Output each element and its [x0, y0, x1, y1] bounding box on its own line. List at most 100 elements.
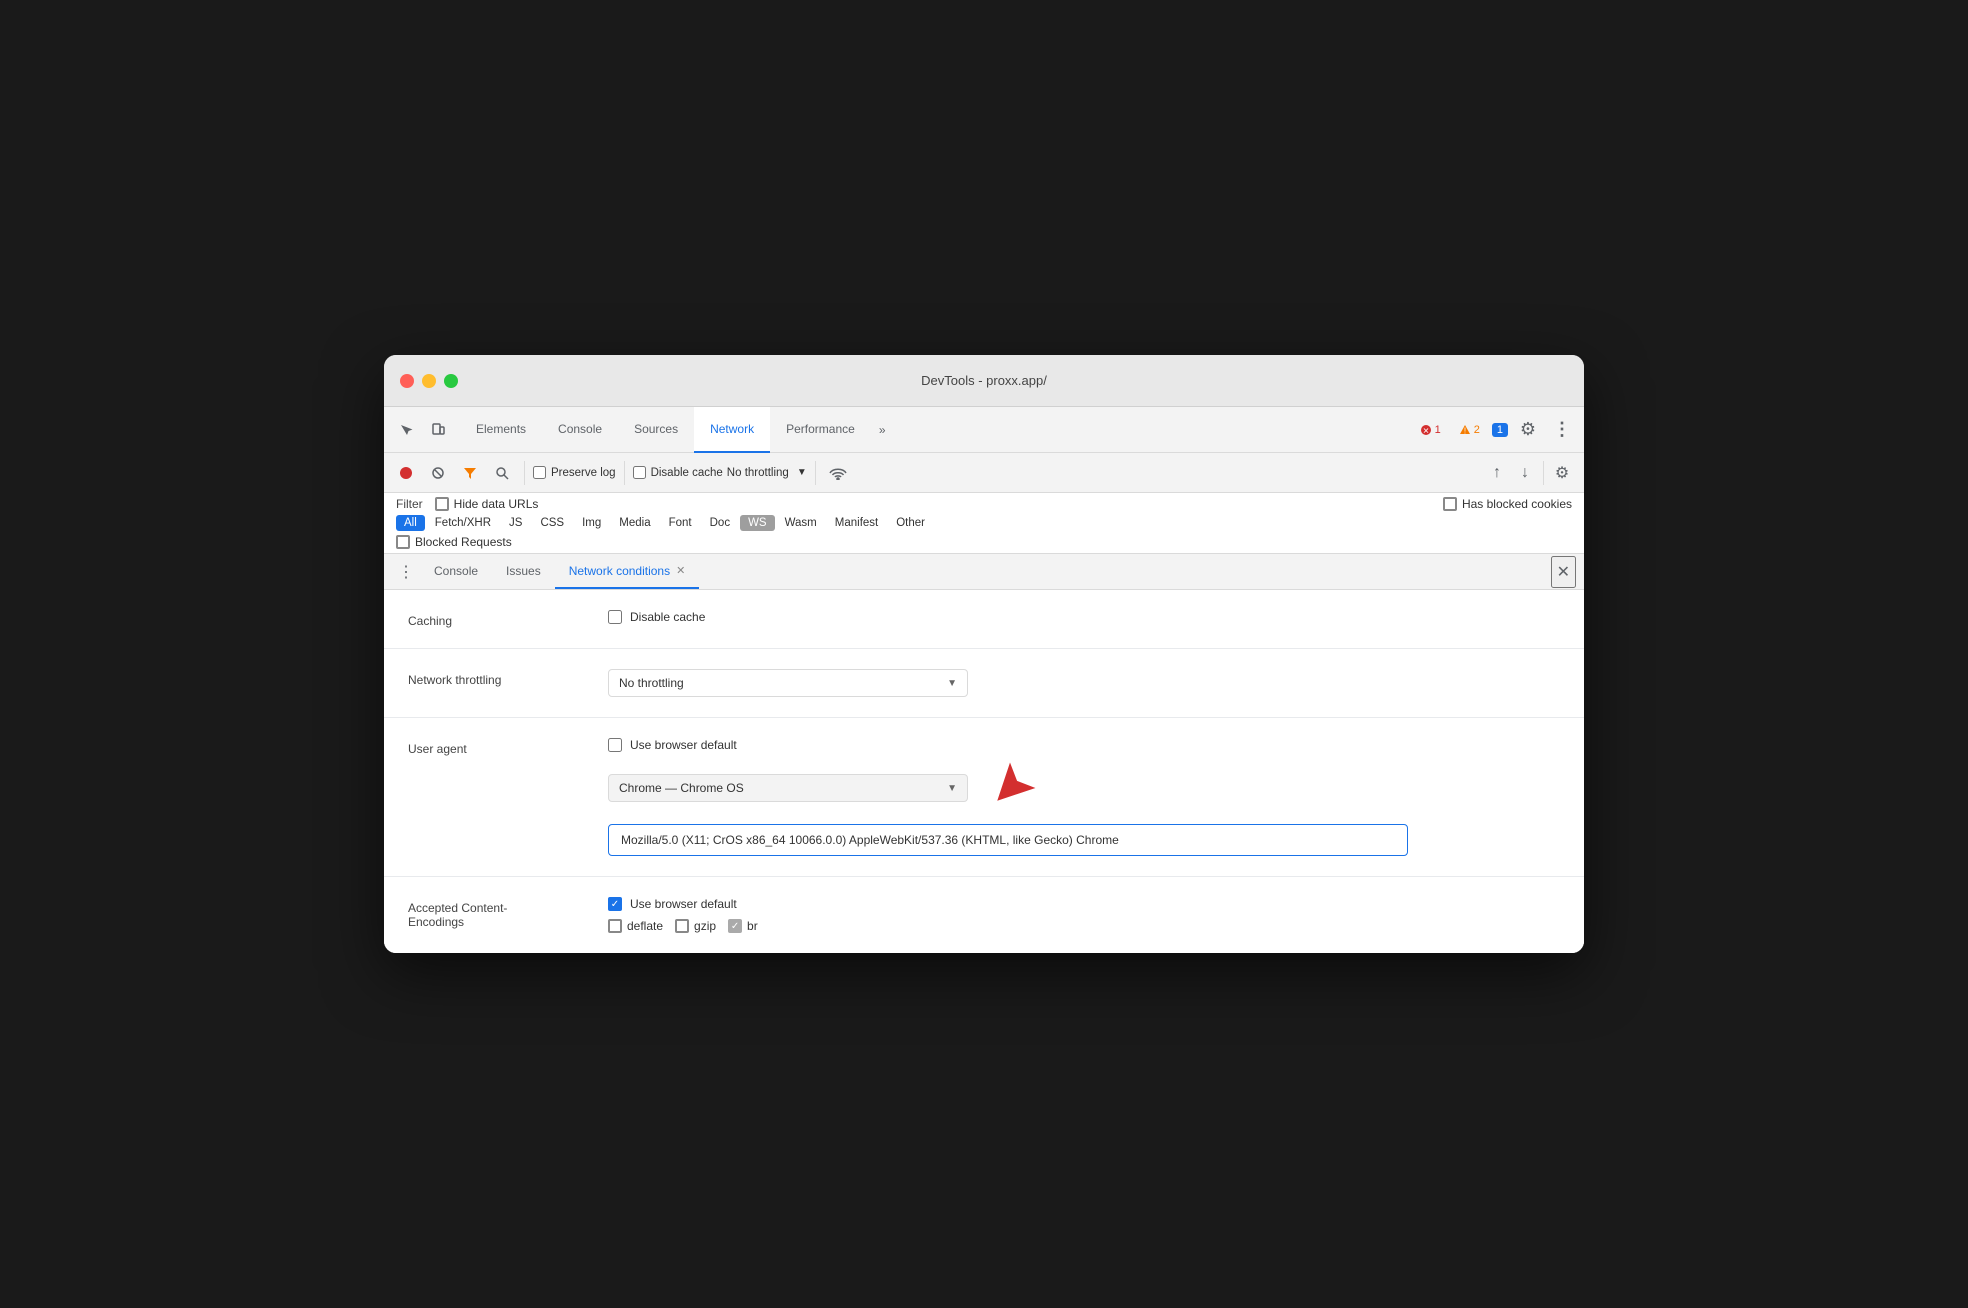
filter-type-all[interactable]: All [396, 515, 425, 531]
drawer-close-button[interactable]: ✕ [1551, 556, 1576, 588]
window-title: DevTools - proxx.app/ [921, 373, 1047, 388]
filter-label: Filter [396, 497, 423, 511]
more-options-icon-button[interactable]: ⋮ [1548, 416, 1576, 444]
ua-dropdown[interactable]: Chrome — Chrome OS ▼ [608, 774, 968, 802]
preserve-log-checkbox[interactable] [533, 466, 546, 479]
upload-button[interactable]: ↑ [1483, 459, 1511, 487]
user-agent-control: Use browser default Chrome — Chrome OS ▼ [608, 738, 1560, 856]
filter-type-other[interactable]: Other [888, 515, 933, 531]
throttling-row: Network throttling No throttling ▼ [408, 669, 1560, 697]
drawer-tab-issues[interactable]: Issues [492, 554, 555, 589]
br-encoding-label[interactable]: ✓ br [728, 919, 758, 933]
caching-label: Caching [408, 610, 608, 628]
deflate-checkbox[interactable] [608, 919, 622, 933]
blocked-requests-checkbox[interactable] [396, 535, 410, 549]
accepted-encodings-section: Accepted Content- Encodings ✓ Use browse… [384, 877, 1584, 953]
filter-row-3: Blocked Requests [396, 535, 1572, 549]
filter-icon-button[interactable] [456, 459, 484, 487]
filter-type-doc[interactable]: Doc [702, 515, 738, 531]
preserve-log-label[interactable]: Preserve log [533, 466, 616, 479]
error-badge[interactable]: ✕ 1 [1414, 422, 1447, 438]
br-checkbox[interactable]: ✓ [728, 919, 742, 933]
svg-text:!: ! [1464, 426, 1466, 435]
accepted-encodings-control: ✓ Use browser default deflate gzip [608, 897, 1560, 933]
tab-performance[interactable]: Performance [770, 407, 871, 453]
filter-type-font[interactable]: Font [661, 515, 700, 531]
red-arrow-annotation [984, 762, 1036, 814]
has-blocked-cookies-label[interactable]: Has blocked cookies [1443, 497, 1572, 511]
ua-string-input[interactable] [608, 824, 1408, 856]
minimize-button[interactable] [422, 374, 436, 388]
user-agent-label: User agent [408, 738, 608, 756]
caching-disable-checkbox[interactable] [608, 610, 622, 624]
filter-type-wasm[interactable]: Wasm [777, 515, 825, 531]
tab-bar-icons [392, 416, 452, 444]
search-icon-button[interactable] [488, 459, 516, 487]
blocked-requests-label[interactable]: Blocked Requests [396, 535, 512, 549]
tab-console[interactable]: Console [542, 407, 618, 453]
throttling-dropdown[interactable]: No throttling ▼ [608, 669, 968, 697]
filter-type-fetch-xhr[interactable]: Fetch/XHR [427, 515, 499, 531]
hide-data-urls-checkbox[interactable] [435, 497, 449, 511]
toolbar-right: ↑ ↓ ⚙ [1483, 459, 1576, 487]
window-controls [400, 374, 458, 388]
gzip-encoding-label[interactable]: gzip [675, 919, 716, 933]
throttle-select[interactable]: No throttling ▼ [727, 467, 807, 479]
ua-browser-default-checkbox[interactable] [608, 738, 622, 752]
devtools-window: DevTools - proxx.app/ [384, 355, 1584, 953]
encoding-checkboxes: deflate gzip ✓ br [608, 919, 1560, 933]
clear-button[interactable] [424, 459, 452, 487]
network-conditions-panel: Caching Disable cache Network throttling [384, 590, 1584, 953]
svg-text:✕: ✕ [1422, 426, 1429, 435]
filter-type-ws[interactable]: WS [740, 515, 775, 531]
has-blocked-cookies-checkbox[interactable] [1443, 497, 1457, 511]
filter-type-js[interactable]: JS [501, 515, 530, 531]
deflate-encoding-label[interactable]: deflate [608, 919, 663, 933]
settings-icon-button[interactable]: ⚙ [1514, 416, 1542, 444]
drawer-tab-network-conditions[interactable]: Network conditions ✕ [555, 554, 700, 589]
devtools-panel: Elements Console Sources Network Perform… [384, 407, 1584, 953]
toolbar-separator-3 [815, 461, 816, 485]
filter-type-list: All Fetch/XHR JS CSS Img Media Font Doc … [396, 515, 1572, 531]
filter-bar: Filter Hide data URLs Has blocked cookie… [384, 493, 1584, 554]
drawer-tab-bar: ⋮ Console Issues Network conditions ✕ ✕ [384, 554, 1584, 590]
cursor-icon-button[interactable] [392, 416, 420, 444]
drawer-menu-icon[interactable]: ⋮ [392, 562, 420, 582]
disable-cache-checkbox[interactable] [633, 466, 646, 479]
close-button[interactable] [400, 374, 414, 388]
accepted-encodings-label: Accepted Content- Encodings [408, 897, 608, 929]
encodings-browser-default-checkbox[interactable]: ✓ [608, 897, 622, 911]
tab-more-button[interactable]: » [871, 407, 894, 452]
filter-type-media[interactable]: Media [611, 515, 658, 531]
device-icon-button[interactable] [424, 416, 452, 444]
online-icon-button[interactable] [824, 459, 852, 487]
encodings-browser-default-label[interactable]: ✓ Use browser default [608, 897, 1560, 911]
tab-sources[interactable]: Sources [618, 407, 694, 453]
info-badge[interactable]: 1 [1492, 423, 1508, 437]
maximize-button[interactable] [444, 374, 458, 388]
disable-cache-checkbox-label[interactable]: Disable cache [608, 610, 1560, 624]
ua-browser-default-label[interactable]: Use browser default [608, 738, 1560, 752]
drawer-tab-close-icon[interactable]: ✕ [676, 564, 685, 577]
filter-type-css[interactable]: CSS [532, 515, 572, 531]
tab-network[interactable]: Network [694, 407, 770, 453]
gzip-checkbox[interactable] [675, 919, 689, 933]
filter-type-manifest[interactable]: Manifest [827, 515, 886, 531]
toolbar-settings-button[interactable]: ⚙ [1548, 459, 1576, 487]
drawer-tab-console[interactable]: Console [420, 554, 492, 589]
ua-dropdown-row: Chrome — Chrome OS ▼ [608, 762, 1560, 814]
hide-data-urls-label[interactable]: Hide data URLs [435, 497, 539, 511]
record-button[interactable] [392, 459, 420, 487]
throttling-section: Network throttling No throttling ▼ [384, 649, 1584, 718]
disable-cache-label[interactable]: Disable cache [633, 466, 723, 479]
filter-type-img[interactable]: Img [574, 515, 609, 531]
caching-control: Disable cache [608, 610, 1560, 624]
tab-elements[interactable]: Elements [460, 407, 542, 453]
download-button[interactable]: ↓ [1511, 459, 1539, 487]
accepted-encodings-row: Accepted Content- Encodings ✓ Use browse… [408, 897, 1560, 933]
top-tab-right: ✕ 1 ! 2 1 ⚙ ⋮ [1414, 416, 1576, 444]
user-agent-section: User agent Use browser default Chrome — … [384, 718, 1584, 877]
user-agent-row: User agent Use browser default Chrome — … [408, 738, 1560, 856]
warning-badge[interactable]: ! 2 [1453, 422, 1486, 438]
throttling-label: Network throttling [408, 669, 608, 687]
